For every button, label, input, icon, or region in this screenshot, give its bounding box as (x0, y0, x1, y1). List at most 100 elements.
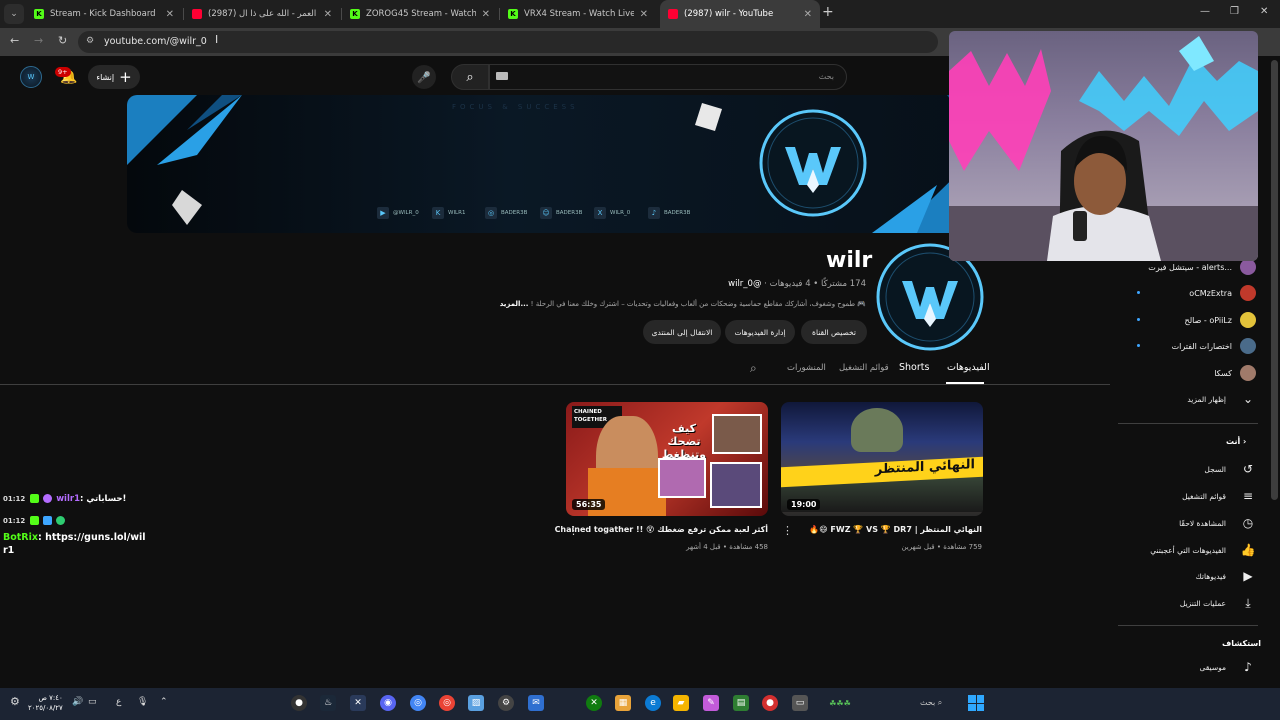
sidebar-subscription[interactable]: كسكا (1130, 364, 1256, 382)
channel-meta: 174 مشتركًا • 4 فيديوهات · @wilr_0 (728, 279, 866, 289)
channel-search-icon[interactable]: ⌕ (750, 361, 757, 376)
you-section-heading[interactable]: أنت › (1226, 437, 1246, 446)
url-text[interactable]: youtube.com/@wilr_0 (104, 36, 207, 47)
search-input[interactable]: بحث (489, 64, 847, 90)
obs-icon[interactable]: ● (291, 695, 307, 711)
nav-label: فيديوهاتك (1195, 571, 1226, 581)
browser-tab-vrx4[interactable]: K VRX4 Stream - Watch Live on K ✕ (500, 0, 656, 28)
banner-social-instagram: ◎ BADER3B (485, 207, 527, 219)
channel-banner: FOCUS & SUCCESS ▶ @WILR_0 K WILR1 ◎ BADER3B… (127, 95, 977, 233)
xbox-icon[interactable]: ✕ (586, 695, 602, 711)
close-tab-icon[interactable]: ✕ (640, 9, 648, 20)
customize-channel-button[interactable]: تخصيص القناة (801, 320, 867, 344)
app-icon[interactable]: ✕ (350, 695, 366, 711)
sidebar-item-watch-later[interactable]: المشاهدة لاحقًا ◷ (1130, 514, 1256, 532)
app-icon[interactable]: ▭ (792, 695, 808, 711)
clock-time: ٧:٤٠ ص (38, 694, 63, 702)
site-info-icon[interactable]: ⚙ (86, 36, 94, 46)
new-tab-icon[interactable]: + (822, 4, 834, 20)
voice-search-icon[interactable]: 🎤 (412, 65, 436, 89)
subscription-avatar (1240, 312, 1256, 328)
taskbar-search[interactable]: بحث ⌕ (920, 698, 942, 708)
show-hidden-icons-icon[interactable]: ⌃ (160, 697, 168, 707)
chat-message: 01:12 wilr1: حساباتي! (3, 494, 127, 504)
app-icon[interactable]: ● (762, 695, 778, 711)
show-more-button[interactable]: إظهار المزيد ⌄ (1130, 390, 1256, 408)
video-title[interactable]: النهائي المنتظر | FWZ 🏆 VS 🏆 DR7 😄🔥 (809, 525, 982, 534)
volume-icon[interactable]: 🔊 (72, 697, 83, 707)
page-scrollbar[interactable] (1271, 60, 1278, 500)
sidebar-item-playlists[interactable]: قوائم التشغيل ≡ (1130, 487, 1256, 505)
sidebar-item-liked-videos[interactable]: الفيديوهات التي أعجبتني 👍 (1130, 541, 1256, 559)
back-icon[interactable]: ← (10, 34, 19, 47)
settings-icon[interactable]: ⚙ (498, 695, 514, 711)
video-title[interactable]: أكثر لعبة ممكن ترفع ضغطك 😵 !! Chained to… (555, 525, 768, 534)
go-to-forum-button[interactable]: الانتقال إلى المنتدى (643, 320, 721, 344)
webcam-overlay (949, 31, 1258, 261)
microphone-icon[interactable]: 🎙 (137, 697, 148, 707)
edge-icon[interactable]: e (645, 695, 661, 711)
keyboard-icon[interactable] (496, 72, 508, 80)
tab-shorts[interactable]: Shorts (899, 362, 929, 373)
tab-posts[interactable]: المنشورات (787, 363, 826, 373)
paint-icon[interactable]: ✎ (703, 695, 719, 711)
kick-icon: K (508, 9, 518, 19)
music-icon: ♪ (1244, 660, 1252, 674)
start-button-icon[interactable] (968, 695, 984, 711)
nav-label: موسيقى (1199, 662, 1226, 672)
discord-icon[interactable]: ◉ (380, 695, 396, 711)
subscription-label: كسكا (1214, 368, 1232, 378)
sidebar-item-downloads[interactable]: عمليات التنزيل ⤓ (1130, 594, 1256, 612)
weather-icon[interactable]: ⚙ (10, 695, 20, 708)
close-window-icon[interactable]: ✕ (1260, 6, 1268, 17)
app-icon[interactable]: ☘☘☘ (820, 695, 860, 711)
browser-tab-youtube-video[interactable]: (2987) عمر العمر - الله على ذا ال... ✕ (184, 0, 340, 28)
close-tab-icon[interactable]: ✕ (482, 9, 490, 20)
address-bar[interactable]: ⚙ youtube.com/@wilr_0 (78, 31, 938, 53)
browser-tab-wilr-youtube[interactable]: (2987) wilr - YouTube ✕ (660, 0, 820, 28)
browser-tab-zorog45[interactable]: K ZOROG45 Stream - Watch Live ✕ (342, 0, 498, 28)
sidebar-subscription[interactable]: صالح - oPiiLz (1130, 311, 1256, 329)
tab-search-icon[interactable]: ⌄ (4, 4, 24, 24)
create-button[interactable]: إنشاء + (88, 65, 140, 89)
minimize-icon[interactable]: — (1200, 6, 1210, 17)
sidebar-item-history[interactable]: السجل ↺ (1130, 460, 1256, 478)
system-clock[interactable]: ٧:٤٠ ص ٢٠٢٥/٠٨/٢٧ (28, 693, 63, 713)
subscription-avatar (1240, 338, 1256, 354)
tab-title: Stream - Kick Dashboard (50, 9, 156, 19)
playlist-icon: ≡ (1242, 489, 1254, 503)
sidebar-subscription[interactable]: oCMzExtra (1130, 284, 1256, 302)
sidebar-item-your-videos[interactable]: فيديوهاتك ▶ (1130, 567, 1256, 585)
video-thumbnail[interactable]: CHAINED TOGETHER كيف تضحك وتنظغط ! 56:35 (566, 402, 768, 516)
steam-icon[interactable]: ♨ (320, 695, 336, 711)
manage-videos-button[interactable]: إدارة الفيديوهات (725, 320, 795, 344)
image-viewer-icon[interactable]: ▨ (468, 695, 484, 711)
browser-tab-kick-dashboard[interactable]: K Stream - Kick Dashboard ✕ (26, 0, 182, 28)
tab-playlists[interactable]: قوائم التشغيل (839, 363, 889, 373)
battery-icon[interactable]: ▭ (88, 697, 97, 707)
close-tab-icon[interactable]: ✕ (324, 9, 332, 20)
app-icon[interactable]: ▤ (733, 695, 749, 711)
account-avatar[interactable]: W (20, 66, 42, 88)
sidebar-subscription[interactable]: اختصارات الفترات (1130, 337, 1256, 355)
store-icon[interactable]: ▦ (615, 695, 631, 711)
file-explorer-icon[interactable]: ▰ (673, 695, 689, 711)
tab-videos[interactable]: الفيديوهات (947, 362, 990, 373)
close-tab-icon[interactable]: ✕ (804, 9, 812, 20)
video-menu-icon[interactable]: ⋮ (568, 524, 579, 537)
chrome-icon[interactable]: ◎ (410, 695, 426, 711)
subscription-label: اختصارات الفترات (1171, 341, 1232, 351)
search-icon[interactable]: ⌕ (451, 64, 489, 90)
more-link[interactable]: ...المزيد (500, 300, 529, 308)
mail-icon[interactable]: ✉ (528, 695, 544, 711)
reload-icon[interactable]: ↻ (58, 34, 67, 47)
video-thumbnail[interactable]: النهائي المنتظر 19:00 (781, 402, 983, 516)
sidebar-item-music[interactable]: موسيقى ♪ (1130, 658, 1256, 676)
chrome-profile-icon[interactable]: ◎ (439, 695, 455, 711)
close-tab-icon[interactable]: ✕ (166, 9, 174, 20)
video-menu-icon[interactable]: ⋮ (782, 524, 793, 537)
forward-icon[interactable]: → (34, 34, 43, 47)
restore-icon[interactable]: ❐ (1230, 6, 1239, 17)
channel-description[interactable]: 🎮 طموح وشغوف، أشاركك مقاطع حماسية وضحكات… (500, 300, 866, 308)
input-language[interactable]: ع (116, 697, 121, 707)
